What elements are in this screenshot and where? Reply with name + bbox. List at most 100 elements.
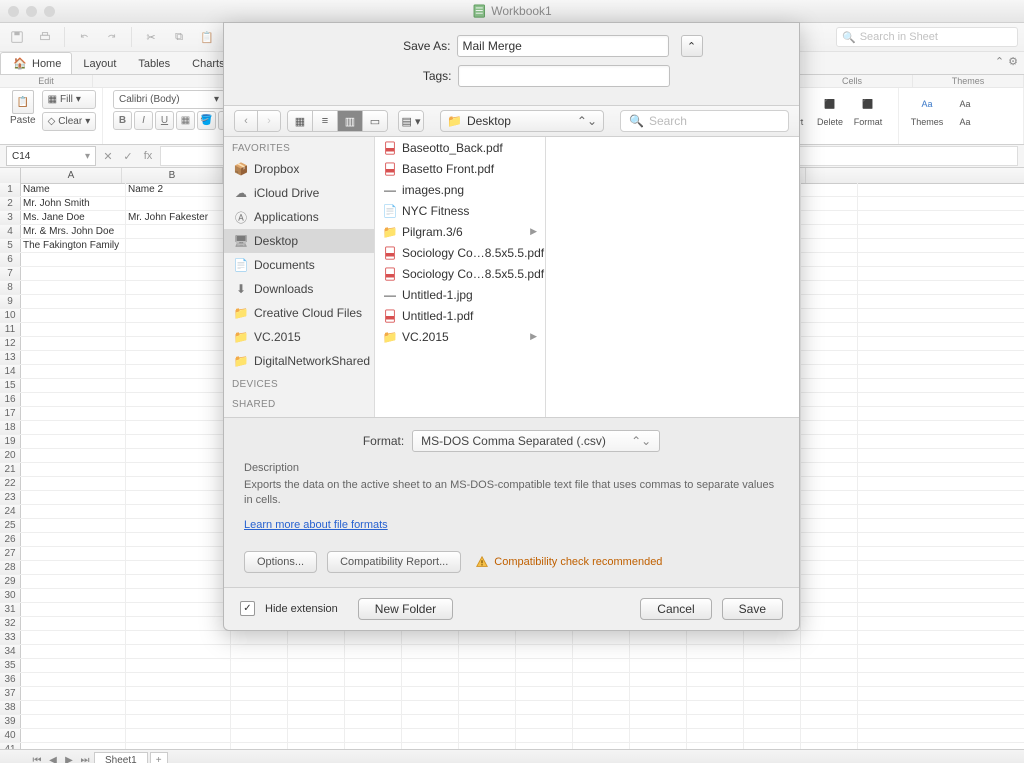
cell[interactable]: Ms. Jane Doe xyxy=(21,211,126,224)
cell[interactable] xyxy=(801,183,858,196)
cell[interactable] xyxy=(345,729,402,742)
row-header[interactable]: 31 xyxy=(0,603,21,616)
cell[interactable] xyxy=(687,729,744,742)
cell[interactable] xyxy=(21,589,126,602)
cell[interactable] xyxy=(801,239,858,252)
close-traffic-light[interactable] xyxy=(8,6,19,17)
sidebar-item[interactable]: ⬇Downloads xyxy=(224,277,374,301)
dialog-search-input[interactable]: 🔍 Search xyxy=(620,110,789,132)
row-header[interactable]: 26 xyxy=(0,533,21,546)
location-select[interactable]: 📁 Desktop ⌃⌄ xyxy=(440,110,604,132)
cell[interactable] xyxy=(345,687,402,700)
cell[interactable] xyxy=(126,715,231,728)
cell[interactable] xyxy=(126,463,231,476)
row-header[interactable]: 25 xyxy=(0,519,21,532)
cell[interactable]: Mr. John Smith xyxy=(21,197,126,210)
cell[interactable] xyxy=(21,645,126,658)
cell[interactable] xyxy=(459,743,516,749)
row-header[interactable]: 28 xyxy=(0,561,21,574)
row-header[interactable]: 3 xyxy=(0,211,21,224)
select-all-corner[interactable] xyxy=(0,168,21,183)
cell[interactable] xyxy=(687,743,744,749)
cell[interactable] xyxy=(21,337,126,350)
cell[interactable] xyxy=(126,729,231,742)
cell[interactable] xyxy=(630,715,687,728)
cell[interactable] xyxy=(21,547,126,560)
cell[interactable] xyxy=(21,659,126,672)
row-header[interactable]: 11 xyxy=(0,323,21,336)
cell[interactable] xyxy=(126,337,231,350)
options-button[interactable]: Options... xyxy=(244,551,317,573)
cell[interactable] xyxy=(345,715,402,728)
row-header[interactable]: 18 xyxy=(0,421,21,434)
cell[interactable] xyxy=(21,295,126,308)
cell[interactable] xyxy=(231,715,288,728)
cell[interactable] xyxy=(801,561,858,574)
arrange-button[interactable]: ▤ ▾ xyxy=(399,111,423,131)
cell[interactable] xyxy=(801,701,858,714)
cell[interactable] xyxy=(573,631,630,644)
cell[interactable] xyxy=(345,659,402,672)
cell[interactable] xyxy=(21,351,126,364)
row-header[interactable]: 22 xyxy=(0,477,21,490)
cell[interactable] xyxy=(288,673,345,686)
cell[interactable] xyxy=(801,603,858,616)
cell[interactable] xyxy=(126,589,231,602)
cell[interactable] xyxy=(231,729,288,742)
row-header[interactable]: 1 xyxy=(0,183,21,196)
row-header[interactable]: 37 xyxy=(0,687,21,700)
row-header[interactable]: 10 xyxy=(0,309,21,322)
tab-tables[interactable]: Tables xyxy=(127,52,181,74)
cell[interactable] xyxy=(801,505,858,518)
row-header[interactable]: 39 xyxy=(0,715,21,728)
cell[interactable] xyxy=(126,239,231,252)
cell[interactable] xyxy=(687,715,744,728)
format-select[interactable]: MS-DOS Comma Separated (.csv) ⌃⌄ xyxy=(412,430,660,452)
cell[interactable] xyxy=(126,281,231,294)
tab-nav-last-icon[interactable]: ⏭ xyxy=(78,753,92,763)
cell[interactable] xyxy=(402,715,459,728)
ribbon-settings-icon[interactable]: ⚙ xyxy=(1008,55,1018,68)
cell[interactable] xyxy=(126,547,231,560)
cell[interactable] xyxy=(21,575,126,588)
new-folder-button[interactable]: New Folder xyxy=(358,598,453,620)
cut-icon[interactable]: ✂ xyxy=(140,26,162,48)
sidebar-item[interactable]: 📦Dropbox xyxy=(224,157,374,181)
cell[interactable] xyxy=(573,659,630,672)
cell[interactable] xyxy=(801,197,858,210)
cell[interactable] xyxy=(126,519,231,532)
nav-back-button[interactable]: ‹ xyxy=(235,111,257,131)
sidebar-item[interactable]: 🖥Desktop xyxy=(224,229,374,253)
view-coverflow-button[interactable]: ▭ xyxy=(362,111,387,131)
accept-formula-icon[interactable]: ✓ xyxy=(120,148,136,164)
cell[interactable] xyxy=(402,659,459,672)
file-item[interactable]: Baseotto_Back.pdf xyxy=(375,137,545,158)
cell[interactable] xyxy=(21,449,126,462)
cell[interactable] xyxy=(345,743,402,749)
cell[interactable] xyxy=(126,533,231,546)
theme-fonts-button[interactable]: AaAa xyxy=(947,92,983,144)
cell[interactable] xyxy=(459,687,516,700)
border-icon[interactable]: ▦ xyxy=(176,111,195,130)
fill-color-icon[interactable]: 🪣 xyxy=(197,111,216,130)
row-header[interactable]: 19 xyxy=(0,435,21,448)
cell[interactable] xyxy=(801,673,858,686)
cell[interactable] xyxy=(126,267,231,280)
row-header[interactable]: 24 xyxy=(0,505,21,518)
row-header[interactable]: 30 xyxy=(0,589,21,602)
cell[interactable] xyxy=(126,491,231,504)
cell[interactable] xyxy=(630,701,687,714)
cell[interactable] xyxy=(231,743,288,749)
cell[interactable] xyxy=(687,631,744,644)
cell[interactable] xyxy=(801,211,858,224)
row-header[interactable]: 17 xyxy=(0,407,21,420)
cell[interactable] xyxy=(288,631,345,644)
row-header[interactable]: 5 xyxy=(0,239,21,252)
cell[interactable] xyxy=(126,407,231,420)
column-header[interactable]: A xyxy=(21,168,122,183)
cell[interactable] xyxy=(21,281,126,294)
themes-button[interactable]: AaThemes xyxy=(909,92,945,144)
row-header[interactable]: 7 xyxy=(0,267,21,280)
save-as-input[interactable]: Mail Merge xyxy=(457,35,669,57)
cell[interactable] xyxy=(801,491,858,504)
